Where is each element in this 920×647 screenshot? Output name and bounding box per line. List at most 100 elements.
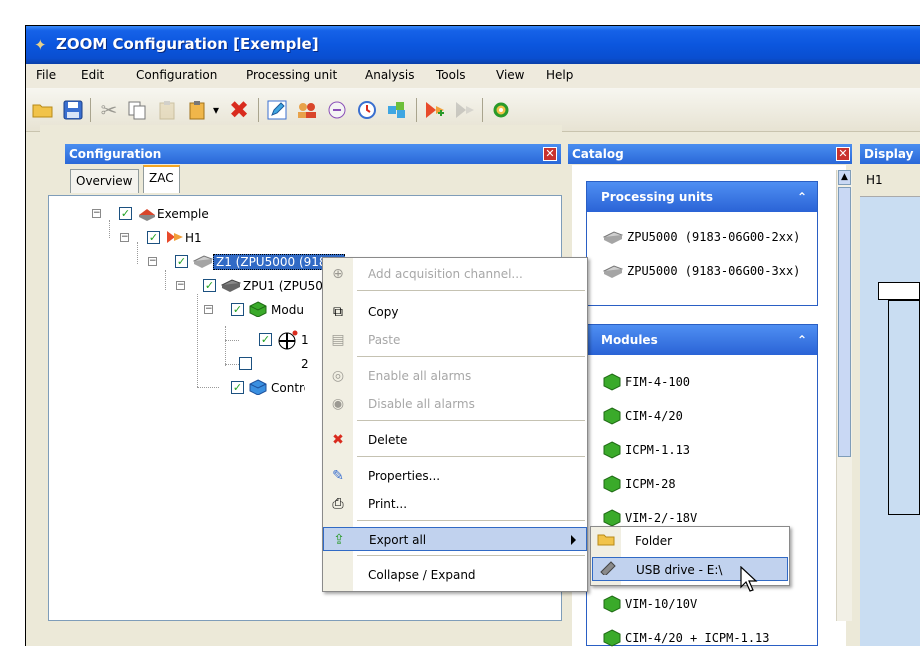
display-shape[interactable] xyxy=(888,300,920,515)
settings-icon[interactable] xyxy=(486,96,516,124)
tree-node-channel-1[interactable]: 1 xyxy=(301,333,309,347)
menu-help[interactable]: Help xyxy=(546,68,573,82)
catalog-item-zpu5000-3xx[interactable]: ZPU5000 (9183-06G00-3xx) xyxy=(603,264,800,278)
checkbox-channel-1[interactable]: ✓ xyxy=(259,333,272,346)
processing-units-header[interactable]: Processing units ⌃ xyxy=(587,182,817,212)
display-shape[interactable] xyxy=(878,282,920,300)
menu-item-print[interactable]: ⎙ Print... xyxy=(323,492,587,516)
menu-file[interactable]: File xyxy=(36,68,56,82)
checkbox-z1[interactable]: ✓ xyxy=(175,255,188,268)
menu-configuration[interactable]: Configuration xyxy=(136,68,217,82)
tree-node-modules[interactable]: Modules xyxy=(271,303,305,317)
scroll-thumb[interactable] xyxy=(838,187,851,457)
modules-header[interactable]: Modules ⌃ xyxy=(587,325,817,355)
save-icon[interactable] xyxy=(58,96,88,124)
paste-special-icon[interactable] xyxy=(182,96,212,124)
menu-separator xyxy=(357,420,585,421)
cut-icon[interactable]: ✂ xyxy=(94,96,124,124)
display-tab-h1[interactable]: H1 xyxy=(866,173,883,187)
tab-overview[interactable]: Overview xyxy=(70,169,139,193)
checkbox-modules[interactable]: ✓ xyxy=(231,303,244,316)
note-icon[interactable] xyxy=(322,96,352,124)
catalog-item-label: FIM-4-100 xyxy=(625,375,691,389)
tab-zac[interactable]: ZAC xyxy=(143,165,180,193)
window-border-top xyxy=(25,25,920,26)
expander-exemple[interactable]: − xyxy=(92,209,101,218)
checkbox-control[interactable]: ✓ xyxy=(231,381,244,394)
catalog-close-icon[interactable]: ✕ xyxy=(836,147,850,161)
folder-icon xyxy=(597,532,615,550)
menu-item-paste[interactable]: ▤ Paste xyxy=(323,328,587,352)
menu-analysis[interactable]: Analysis xyxy=(365,68,414,82)
menu-item-collapse-expand[interactable]: Collapse / Expand xyxy=(323,563,587,587)
catalog-item-module[interactable]: ICPM-1.13 xyxy=(603,441,690,459)
catalog-item-module[interactable]: FIM-4-100 xyxy=(603,373,690,391)
menu-item-properties[interactable]: ✎ Properties... xyxy=(323,464,587,488)
menu-view[interactable]: View xyxy=(496,68,524,82)
catalog-item-label: CIM-4/20 + ICPM-1.13 xyxy=(625,631,770,645)
catalog-item-zpu5000-2xx[interactable]: ZPU5000 (9183-06G00-2xx) xyxy=(603,230,800,244)
catalog-item-module[interactable]: ICPM-28 xyxy=(603,475,676,493)
menu-item-add-acquisition-channel[interactable]: ⊕ Add acquisition channel... xyxy=(323,262,587,286)
module-cube-icon xyxy=(603,595,621,613)
catalog-item-module[interactable]: CIM-4/20 xyxy=(603,407,683,425)
catalog-scrollbar[interactable]: ▲ xyxy=(836,170,852,621)
add-alarm-icon[interactable] xyxy=(420,96,450,124)
checkbox-exemple[interactable]: ✓ xyxy=(119,207,132,220)
menu-tools[interactable]: Tools xyxy=(436,68,466,82)
catalog-item-module[interactable]: VIM-2/-18V xyxy=(603,509,697,527)
menu-item-copy[interactable]: ⧉ Copy xyxy=(323,300,587,324)
tree-node-h1[interactable]: H1 xyxy=(185,231,202,245)
tree-connector xyxy=(197,387,219,388)
delete-icon[interactable]: ✖ xyxy=(224,96,254,124)
dropdown-arrow-icon[interactable]: ▾ xyxy=(209,96,223,124)
catalog-item-module[interactable]: VIM-10/10V xyxy=(603,595,697,613)
checkbox-h1[interactable]: ✓ xyxy=(147,231,160,244)
copy-icon[interactable] xyxy=(122,96,152,124)
menu-item-disable-all-alarms[interactable]: ◉ Disable all alarms xyxy=(323,392,587,416)
open-folder-icon[interactable] xyxy=(28,96,58,124)
edit-icon[interactable] xyxy=(262,96,292,124)
expander-z1[interactable]: − xyxy=(148,257,157,266)
plugin-icon[interactable] xyxy=(382,96,412,124)
users-icon[interactable] xyxy=(292,96,322,124)
submenu-item-usb-drive[interactable]: USB drive - E:\ xyxy=(592,557,788,581)
tree-connector xyxy=(197,294,198,387)
module-cube-icon xyxy=(603,407,621,425)
printer-icon: ⎙ xyxy=(332,496,344,512)
scroll-up-icon[interactable]: ▲ xyxy=(838,170,851,185)
expander-modules[interactable]: − xyxy=(204,305,213,314)
configuration-close-icon[interactable]: ✕ xyxy=(543,147,557,161)
tree-node-exemple[interactable]: Exemple xyxy=(157,207,209,221)
menu-processing-unit[interactable]: Processing unit xyxy=(246,68,337,82)
tree-connector xyxy=(137,242,138,264)
catalog-item-label: CIM-4/20 xyxy=(625,409,683,423)
menu-item-delete[interactable]: ✖ Delete xyxy=(323,428,587,452)
menu-separator xyxy=(357,290,585,291)
submenu-item-folder[interactable]: Folder xyxy=(591,529,789,553)
tree-connector xyxy=(225,326,226,366)
tree-node-control[interactable]: Control xyxy=(271,381,305,395)
catalog-pane-title: Catalog xyxy=(572,147,624,161)
paste-icon[interactable] xyxy=(152,96,182,124)
menu-item-enable-all-alarms[interactable]: ◎ Enable all alarms xyxy=(323,364,587,388)
remove-alarm-icon[interactable] xyxy=(450,96,480,124)
tree-node-channel-2[interactable]: 2 xyxy=(301,357,309,371)
collapse-chevron-icon[interactable]: ⌃ xyxy=(797,182,807,212)
expander-zpu1[interactable]: − xyxy=(176,281,185,290)
checkbox-channel-2[interactable] xyxy=(239,357,252,370)
catalog-item-label: VIM-10/10V xyxy=(625,597,698,611)
tree-connector xyxy=(225,340,239,341)
clock-icon[interactable] xyxy=(352,96,382,124)
menu-item-export-all[interactable]: ⇪ Export all xyxy=(323,527,587,551)
enable-alarm-icon: ◎ xyxy=(331,368,345,384)
catalog-item-module[interactable]: CIM-4/20 + ICPM-1.13 xyxy=(603,629,770,647)
expander-h1[interactable]: − xyxy=(120,233,129,242)
tree-node-zpu1[interactable]: ZPU1 (ZPU5000 (9183-06G00-2xx)) xyxy=(243,279,331,293)
properties-icon: ✎ xyxy=(332,468,344,484)
checkbox-zpu1[interactable]: ✓ xyxy=(203,279,216,292)
catalog-pane-header: Catalog xyxy=(568,144,852,164)
menu-edit[interactable]: Edit xyxy=(81,68,104,82)
menu-separator xyxy=(357,456,585,457)
collapse-chevron-icon[interactable]: ⌃ xyxy=(797,325,807,355)
